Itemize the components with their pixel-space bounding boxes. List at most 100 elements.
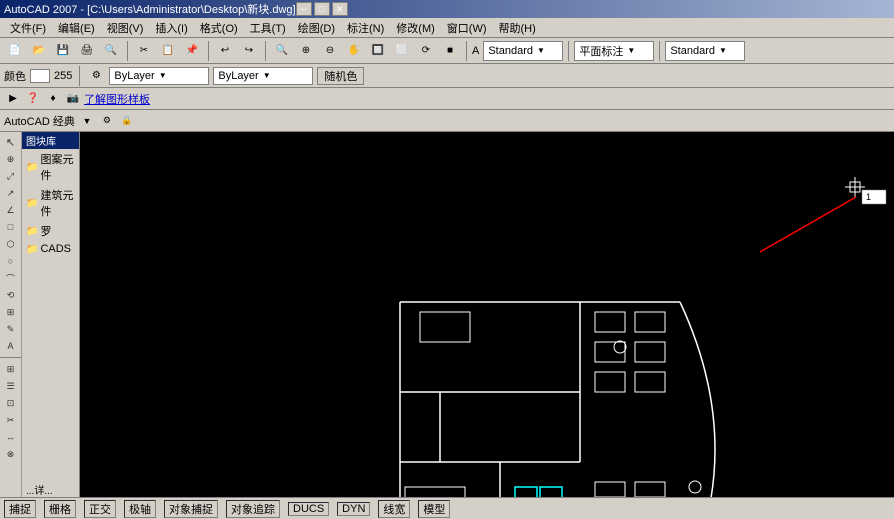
save-btn[interactable]: 💾 [52,40,74,62]
random-color-button[interactable]: 随机色 [317,67,364,85]
new-btn[interactable]: 📄 [4,40,26,62]
style-dropdown[interactable]: Standard ▼ [483,41,563,61]
menu-dim[interactable]: 标注(N) [341,18,390,38]
table-style-dropdown[interactable]: Standard ▼ [665,41,745,61]
tool7[interactable]: ⬡ [3,236,19,252]
title-bar-buttons: ─ □ ✕ [296,2,348,16]
tool15[interactable]: ☰ [3,378,19,394]
zoom-btn[interactable]: 🔍 [271,40,293,62]
classic-settings-btn[interactable]: ⚙ [99,113,115,129]
classic-bar: AutoCAD 经典 ▼ ⚙ 🔒 [0,110,894,132]
tool5[interactable]: ∠ [3,202,19,218]
left-panel: 图块库 📁 图案元件 📁 建筑元件 📁 罗 📁 CADS ...详... [22,132,80,499]
redo-btn[interactable]: ↪ [238,40,260,62]
layer-dropdown[interactable]: ByLayer ▼ [109,67,209,85]
panel-item-2[interactable]: 📁 建筑元件 [22,185,79,221]
tool3[interactable]: ⤢ [3,168,19,184]
status-item-otrack[interactable]: DUCS [288,502,329,516]
zoom2-btn[interactable]: ⊕ [295,40,317,62]
tool-separator [0,357,21,358]
red-line [760,197,856,252]
tool4[interactable]: ↗ [3,185,19,201]
tool11[interactable]: ⊞ [3,304,19,320]
linetype-dropdown[interactable]: ByLayer ▼ [213,67,313,85]
folder-icon-2: 📁 [26,198,38,209]
status-item-dyn[interactable]: 线宽 [378,500,410,518]
tool6[interactable]: □ [3,219,19,235]
menu-file[interactable]: 文件(F) [4,18,52,38]
panel-item-1[interactable]: 📁 图案元件 [22,149,79,185]
panel-header[interactable]: 图块库 [22,132,79,149]
tool10[interactable]: ⟲ [3,287,19,303]
panel-item-3[interactable]: 📁 罗 [22,221,79,241]
classic-arrow-btn[interactable]: ▼ [79,113,95,129]
zoom5-btn[interactable]: ⬜ [391,40,413,62]
print-btn[interactable]: 🖨 [76,40,98,62]
close-button[interactable]: ✕ [332,2,348,16]
regen-btn[interactable]: ⟳ [415,40,437,62]
tool8[interactable]: ○ [3,253,19,269]
pick-tool[interactable]: ↖ [3,134,19,150]
status-item-grid[interactable]: 正交 [84,500,116,518]
menu-modify[interactable]: 修改(M) [390,18,441,38]
panel-item-4[interactable]: 📁 CADS [22,241,79,257]
menu-format[interactable]: 格式(O) [194,18,244,38]
zoom3-btn[interactable]: ⊖ [319,40,341,62]
tool12[interactable]: ✎ [3,321,19,337]
status-item-lw[interactable]: 模型 [418,500,450,518]
layer-props-btn[interactable]: ⚙ [87,67,105,85]
panel-item-label-3: 罗 [40,223,51,239]
cut-btn[interactable]: ✂ [133,40,155,62]
menu-insert[interactable]: 插入(I) [149,18,193,38]
shaded-btn[interactable]: ■ [439,40,461,62]
dim-style-dropdown[interactable]: 平面标注 ▼ [574,41,654,61]
status-item-ortho[interactable]: 极轴 [124,500,156,518]
tool2[interactable]: ⊕ [3,151,19,167]
prop-btn2[interactable]: ❓ [24,90,42,108]
copy-btn[interactable]: 📋 [157,40,179,62]
left-toolbar: ↖ ⊕ ⤢ ↗ ∠ □ ⬡ ○ ⌒ ⟲ ⊞ ✎ A ⊞ ☰ ⊡ ✂ ↔ ⊗ [0,132,22,499]
status-item-ducs[interactable]: DYN [337,502,370,516]
color-value: 255 [54,70,72,82]
tool16[interactable]: ⊡ [3,395,19,411]
print-preview-btn[interactable]: 🔍 [100,40,122,62]
pan-btn[interactable]: ✋ [343,40,365,62]
maximize-button[interactable]: □ [314,2,330,16]
panel-item-label-2: 建筑元件 [40,187,75,219]
prop-btn1[interactable]: ▶ [4,90,22,108]
prop-btn4[interactable]: 📷 [64,90,82,108]
tool19[interactable]: ⊗ [3,446,19,462]
color-swatch[interactable] [30,69,50,83]
tool9[interactable]: ⌒ [3,270,19,286]
open-btn[interactable]: 📂 [28,40,50,62]
menu-draw[interactable]: 绘图(D) [292,18,341,38]
folder-icon-1: 📁 [26,162,38,173]
toolbar-standard: 📄 📂 💾 🖨 🔍 ✂ 📋 📌 ↩ ↪ 🔍 ⊕ ⊖ ✋ 🔲 ⬜ ⟳ ■ A St… [0,38,894,64]
status-item-polar[interactable]: 对象捕捉 [164,500,218,518]
tool14[interactable]: ⊞ [3,361,19,377]
paste-btn[interactable]: 📌 [181,40,203,62]
prop-btn3[interactable]: ♦ [44,90,62,108]
status-item-snap[interactable]: 栅格 [44,500,76,518]
classic-lock-btn[interactable]: 🔒 [119,113,135,129]
properties-bar: ▶ ❓ ♦ 📷 了解图形样板 [0,88,894,110]
drawing-canvas[interactable]: 1 [80,132,894,499]
menu-bar: 文件(F) 编辑(E) 视图(V) 插入(I) 格式(O) 工具(T) 绘图(D… [0,18,894,38]
menu-window[interactable]: 窗口(W) [441,18,493,38]
menu-help[interactable]: 帮助(H) [493,18,542,38]
coord-text: 1 [866,192,871,202]
status-item-osnap[interactable]: 对象追踪 [226,500,280,518]
tool13[interactable]: A [3,338,19,354]
menu-edit[interactable]: 编辑(E) [52,18,101,38]
tool18[interactable]: ↔ [3,429,19,445]
tool17[interactable]: ✂ [3,412,19,428]
sep6 [659,41,660,61]
minimize-button[interactable]: ─ [296,2,312,16]
menu-view[interactable]: 视图(V) [101,18,150,38]
menu-tools[interactable]: 工具(T) [244,18,292,38]
undo-btn[interactable]: ↩ [214,40,236,62]
zoom4-btn[interactable]: 🔲 [367,40,389,62]
status-item-coords[interactable]: 捕捉 [4,500,36,518]
sep4 [466,41,467,61]
folder-icon-4: 📁 [26,244,38,255]
